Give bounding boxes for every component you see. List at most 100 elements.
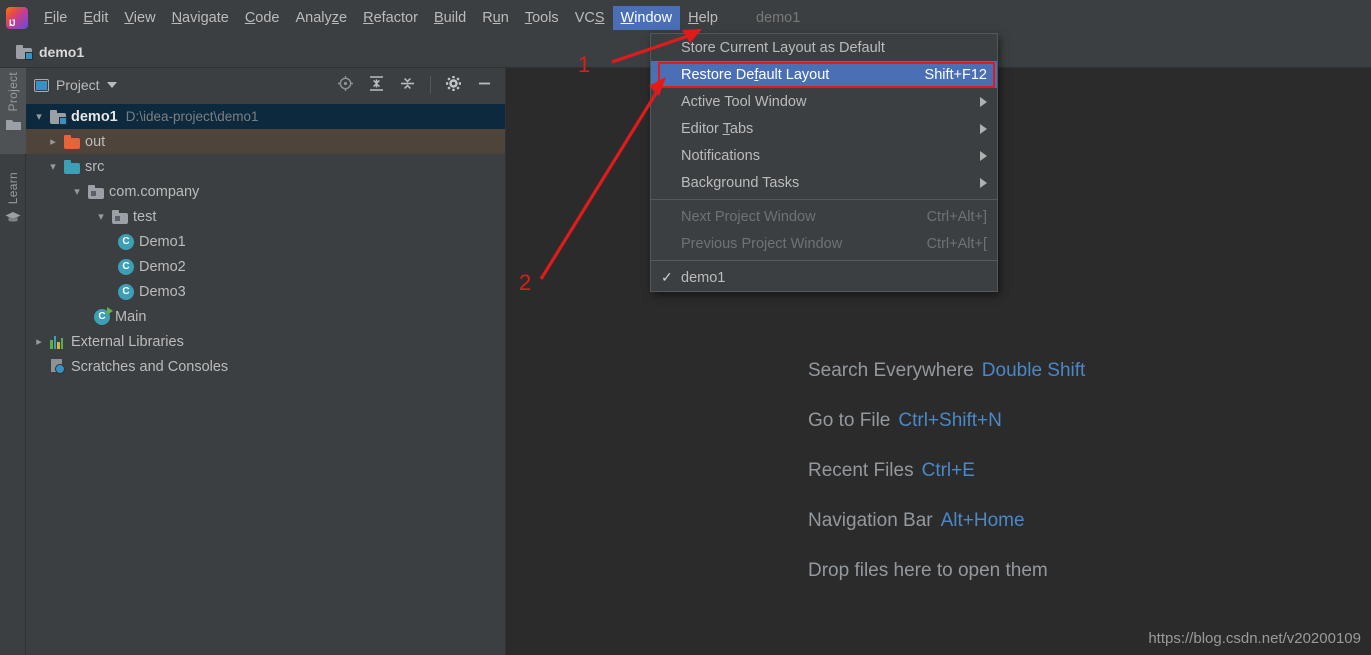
menu-run[interactable]: Run [474, 6, 517, 30]
hint-recent-files: Recent Files Ctrl+E [808, 460, 1085, 482]
menu-analyze[interactable]: Analyze [288, 6, 356, 30]
stripe-button-learn-label: Learn [6, 172, 20, 205]
menu-item-shortcut: Shift+F12 [924, 66, 987, 83]
java-class-icon: C [118, 258, 134, 275]
menu-item-previous-project-window: Previous Project Window Ctrl+Alt+[ [651, 230, 997, 257]
tree-label: demo1 [71, 108, 118, 125]
toolbar-divider [430, 76, 431, 94]
tree-path: D:\idea-project\demo1 [125, 109, 259, 124]
menu-code[interactable]: Code [237, 6, 288, 30]
menu-item-shortcut: Ctrl+Alt+] [926, 208, 987, 225]
menu-item-store-current-layout[interactable]: Store Current Layout as Default [651, 34, 997, 61]
package-icon [88, 184, 104, 199]
menu-tools[interactable]: Tools [517, 6, 567, 30]
menu-separator [651, 199, 997, 200]
hint-search-everywhere: Search Everywhere Double Shift [808, 360, 1085, 382]
chevron-expanded-icon[interactable]: ▾ [70, 185, 84, 198]
tree-label: Demo2 [139, 258, 186, 275]
settings-gear-icon[interactable] [445, 75, 462, 95]
graduation-cap-icon [5, 211, 21, 227]
java-runnable-class-icon: C [94, 306, 113, 325]
tree-label: src [85, 158, 105, 175]
menu-item-notifications[interactable]: Notifications [651, 142, 997, 169]
tree-row-scratches-and-consoles[interactable]: Scratches and Consoles [26, 354, 505, 379]
project-window-icon [34, 78, 49, 92]
breadcrumb-item-demo1[interactable]: demo1 [39, 44, 84, 60]
chevron-expanded-icon[interactable]: ▾ [32, 110, 46, 123]
menu-edit[interactable]: Edit [75, 6, 116, 30]
tree-row-main-class[interactable]: C Main [26, 304, 505, 329]
libraries-icon [50, 335, 66, 349]
expand-all-icon[interactable] [368, 75, 385, 95]
menu-item-label: Previous Project Window [681, 235, 843, 252]
tree-row-out[interactable]: ▸ out [26, 129, 505, 154]
tree-row-demo2-class[interactable]: C Demo2 [26, 254, 505, 279]
tree-row-demo1[interactable]: ▾ demo1 D:\idea-project\demo1 [26, 104, 505, 129]
submenu-arrow-icon [980, 150, 987, 161]
menu-item-label: Next Project Window [681, 208, 816, 225]
folder-icon [5, 118, 21, 134]
menu-item-label: Background Tasks [681, 174, 800, 191]
package-icon [112, 209, 128, 224]
menu-item-active-tool-window[interactable]: Active Tool Window [651, 88, 997, 115]
menu-window[interactable]: Window [612, 6, 681, 30]
checkmark-icon: ✓ [661, 269, 673, 285]
menu-item-label: Store Current Layout as Default [681, 39, 885, 56]
menu-item-label: Editor Tabs [681, 120, 754, 137]
menu-help[interactable]: Help [680, 6, 726, 30]
java-class-icon: C [118, 283, 134, 300]
annotation-number-1: 1 [578, 52, 591, 77]
chevron-collapsed-icon[interactable]: ▸ [32, 335, 46, 348]
tree-row-external-libraries[interactable]: ▸ External Libraries [26, 329, 505, 354]
menu-item-label: Notifications [681, 147, 760, 164]
tree-row-com-company[interactable]: ▾ com.company [26, 179, 505, 204]
menu-item-editor-tabs[interactable]: Editor Tabs [651, 115, 997, 142]
submenu-arrow-icon [980, 96, 987, 107]
window-menu-dropdown: Store Current Layout as Default Restore … [650, 33, 998, 292]
menu-item-restore-default-layout[interactable]: Restore Default Layout Shift+F12 [651, 61, 997, 88]
submenu-arrow-icon [980, 123, 987, 134]
menu-build[interactable]: Build [426, 6, 474, 30]
menu-item-background-tasks[interactable]: Background Tasks [651, 169, 997, 196]
hint-drop-files: Drop files here to open them [808, 560, 1085, 582]
tree-label: out [85, 133, 106, 150]
hint-label: Navigation Bar [808, 510, 933, 531]
window-title: demo1 [755, 10, 801, 26]
stripe-button-learn[interactable]: Learn [0, 168, 26, 250]
menu-view[interactable]: View [116, 6, 163, 30]
menu-file[interactable]: File [36, 6, 75, 30]
stripe-button-project[interactable]: Project [0, 68, 26, 154]
tree-row-src[interactable]: ▾ src [26, 154, 505, 179]
hint-shortcut: Double Shift [981, 360, 1086, 381]
hint-label: Search Everywhere [808, 360, 974, 381]
tree-row-demo1-class[interactable]: C Demo1 [26, 229, 505, 254]
locate-icon[interactable] [337, 75, 354, 95]
java-class-icon: C [118, 233, 134, 250]
menu-vcs[interactable]: VCS [567, 6, 613, 30]
menu-refactor[interactable]: Refactor [355, 6, 426, 30]
intellij-idea-logo-icon [6, 7, 28, 29]
tree-label: External Libraries [71, 333, 184, 350]
menu-bar: File Edit View Navigate Code Analyze Ref… [0, 0, 1371, 36]
hide-panel-icon[interactable] [476, 75, 493, 95]
menu-separator [651, 260, 997, 261]
chevron-collapsed-icon[interactable]: ▸ [46, 135, 60, 148]
chevron-expanded-icon[interactable]: ▾ [46, 160, 60, 173]
menu-navigate[interactable]: Navigate [164, 6, 237, 30]
chevron-expanded-icon[interactable]: ▾ [94, 210, 108, 223]
menu-item-label: Active Tool Window [681, 93, 807, 110]
stripe-button-project-label: Project [6, 72, 20, 112]
menu-item-shortcut: Ctrl+Alt+[ [926, 235, 987, 252]
collapse-all-icon[interactable] [399, 75, 416, 95]
annotation-number-2: 2 [519, 270, 532, 295]
tree-label: Scratches and Consoles [71, 358, 229, 375]
tree-row-test[interactable]: ▾ test [26, 204, 505, 229]
project-tree: ▾ demo1 D:\idea-project\demo1 ▸ out ▾ sr… [26, 102, 505, 379]
tree-row-demo3-class[interactable]: C Demo3 [26, 279, 505, 304]
chevron-down-icon[interactable] [106, 82, 117, 88]
menu-item-demo1[interactable]: ✓ demo1 [651, 264, 997, 291]
menu-item-label: Restore Default Layout [681, 66, 830, 83]
tree-label: Demo1 [139, 233, 186, 250]
project-folder-icon [16, 44, 33, 60]
tree-label: Main [115, 308, 147, 325]
